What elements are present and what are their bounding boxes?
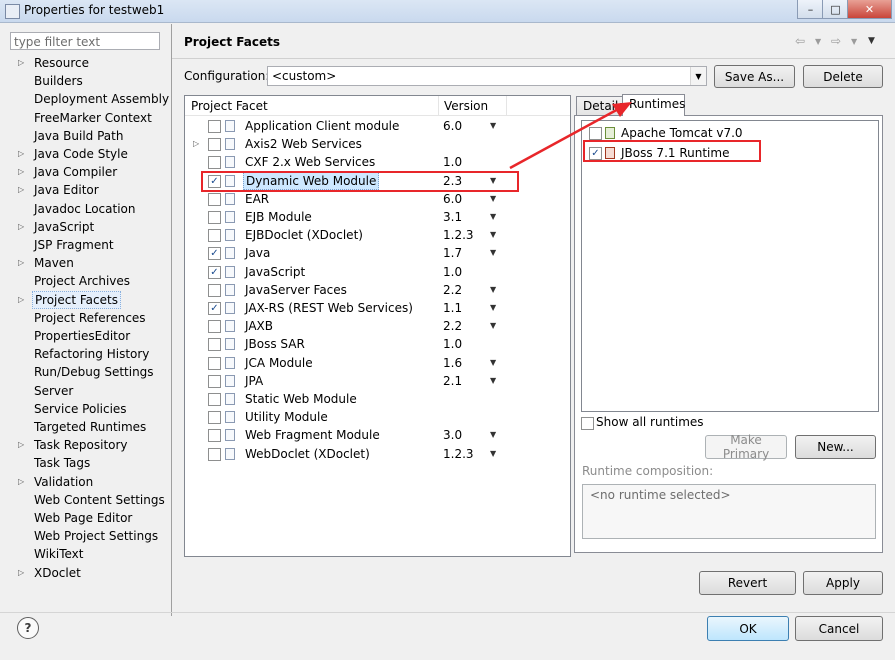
annotation-arrow-line	[509, 105, 623, 170]
annotation-arrow	[509, 102, 632, 170]
